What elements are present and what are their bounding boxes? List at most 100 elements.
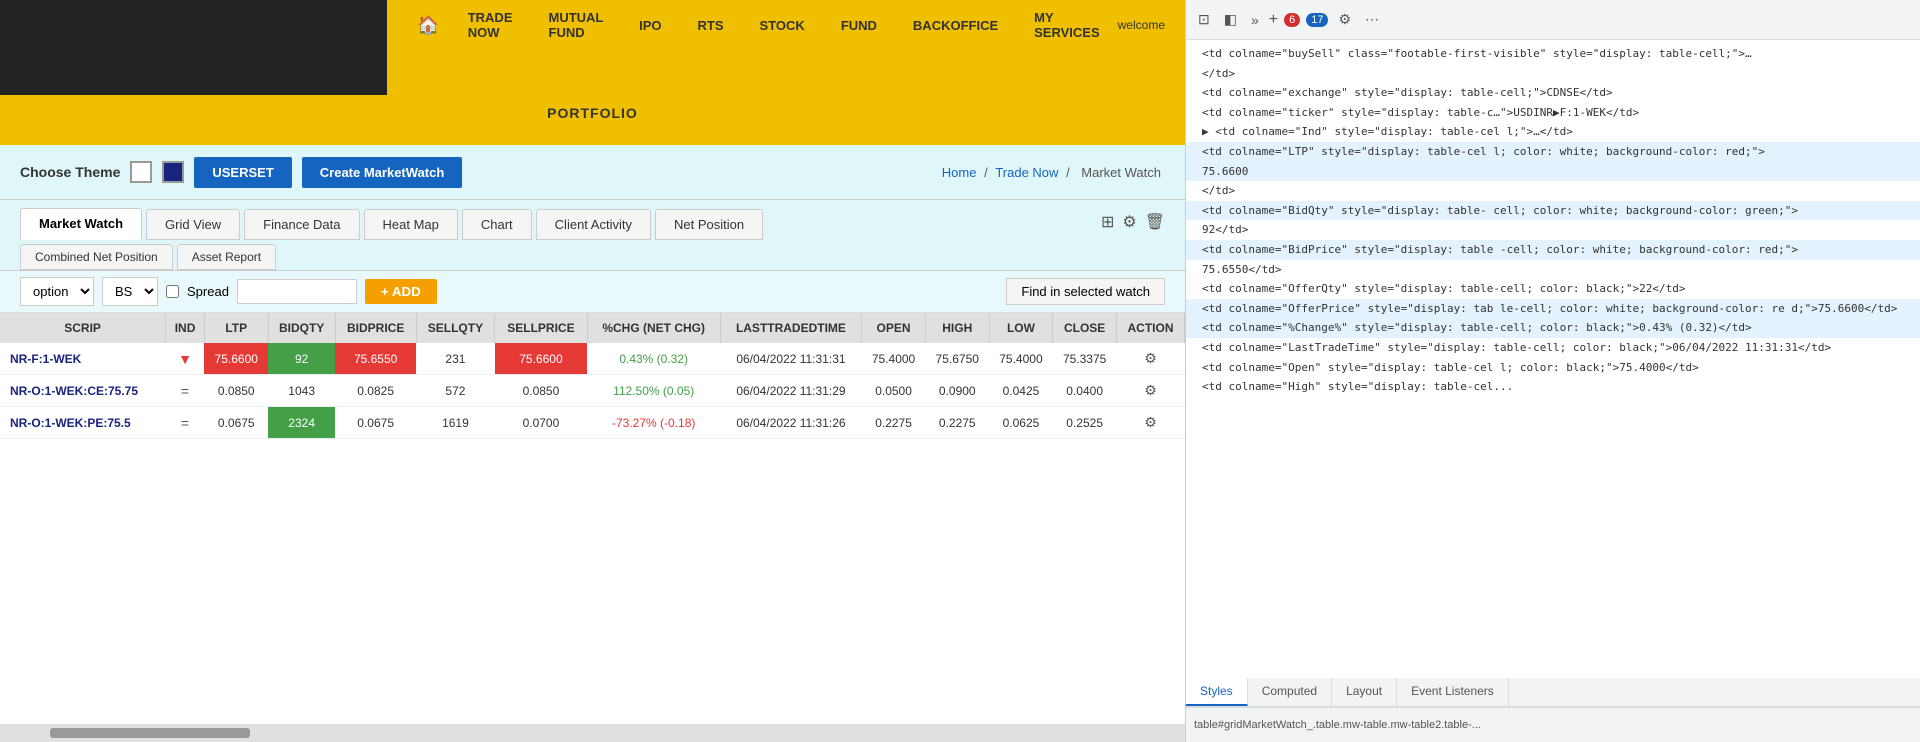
create-marketwatch-button[interactable]: Create MarketWatch xyxy=(302,157,463,188)
spread-checkbox[interactable] xyxy=(166,285,179,298)
cell-bidqty: 92 xyxy=(268,343,335,375)
tab-chart[interactable]: Chart xyxy=(462,209,532,240)
devtools-code-content: <td colname="buySell" class="footable-fi… xyxy=(1186,40,1920,678)
cell-ltp: 75.6600 xyxy=(204,343,268,375)
userset-button[interactable]: USERSET xyxy=(194,157,291,188)
cell-sellqty: 572 xyxy=(416,375,495,407)
devtools-tabs: Styles Computed Layout Event Listeners xyxy=(1186,678,1920,707)
horizontal-scrollbar[interactable] xyxy=(0,724,1185,742)
code-line: <td colname="LTP" style="display: table-… xyxy=(1186,142,1920,162)
nav-ipo[interactable]: IPO xyxy=(621,18,679,33)
code-line: <td colname="Open" style="display: table… xyxy=(1186,358,1920,378)
cell-open: 0.2275 xyxy=(862,407,926,439)
cell-sellprice: 0.0700 xyxy=(495,407,587,439)
nav-my-services[interactable]: MY SERVICES xyxy=(1016,10,1118,40)
cell-ind: = xyxy=(166,407,205,439)
devtools-tab-event-listeners[interactable]: Event Listeners xyxy=(1397,678,1509,706)
tab-client-activity[interactable]: Client Activity xyxy=(536,209,651,240)
cell-ltp: 0.0850 xyxy=(204,375,268,407)
cell-action[interactable]: ⚙ xyxy=(1117,343,1185,375)
cell-sellprice: 75.6600 xyxy=(495,343,587,375)
devtools-more-icon[interactable]: ⋯ xyxy=(1361,7,1383,32)
cell-sellqty: 1619 xyxy=(416,407,495,439)
spread-label: Spread xyxy=(187,284,229,299)
option-select[interactable]: option xyxy=(20,277,94,306)
nav-backoffice[interactable]: BACKOFFICE xyxy=(895,18,1016,33)
nav-trade-now[interactable]: TRADE NOW xyxy=(450,10,531,40)
code-line: <td colname="LastTradeTime" style="displ… xyxy=(1186,338,1920,358)
scroll-thumb[interactable] xyxy=(50,728,250,738)
tab-combined-net-position[interactable]: Combined Net Position xyxy=(20,244,173,270)
spread-input[interactable] xyxy=(237,279,357,304)
delete-icon[interactable]: 🗑 xyxy=(1145,212,1165,232)
cell-ind: = xyxy=(166,375,205,407)
nav-rts[interactable]: RTS xyxy=(680,18,742,33)
cell-last-trade: 06/04/2022 11:31:29 xyxy=(720,375,861,407)
code-line: 92</td> xyxy=(1186,220,1920,240)
breadcrumb-trade-now[interactable]: Trade Now xyxy=(995,165,1058,180)
col-header-ltp: LTP xyxy=(204,313,268,343)
code-line: </td> xyxy=(1186,181,1920,201)
code-line: <td colname="OfferQty" style="display: t… xyxy=(1186,279,1920,299)
col-header-high: HIGH xyxy=(925,313,989,343)
breadcrumb-home[interactable]: Home xyxy=(942,165,977,180)
nav-mutual-fund[interactable]: MUTUAL FUND xyxy=(531,10,622,40)
cell-high: 75.6750 xyxy=(925,343,989,375)
col-header-sellqty: SELLQTY xyxy=(416,313,495,343)
nav-stock[interactable]: STOCK xyxy=(742,18,823,33)
devtools-plus-icon[interactable]: + xyxy=(1269,11,1278,29)
col-header-close: CLOSE xyxy=(1053,313,1117,343)
find-in-watch-button[interactable]: Find in selected watch xyxy=(1006,278,1165,305)
tab-asset-report[interactable]: Asset Report xyxy=(177,244,276,270)
tab-heat-map[interactable]: Heat Map xyxy=(364,209,458,240)
cell-action[interactable]: ⚙ xyxy=(1117,407,1185,439)
tab-net-position[interactable]: Net Position xyxy=(655,209,763,240)
cell-pct-chg: 112.50% (0.05) xyxy=(587,375,720,407)
code-line: <td colname="BidPrice" style="display: t… xyxy=(1186,240,1920,260)
cell-scrip: NR-O:1-WEK:CE:75.75 xyxy=(0,375,166,407)
cell-low: 0.0625 xyxy=(989,407,1053,439)
code-line: <td colname="ticker" style="display: tab… xyxy=(1186,103,1920,123)
devtools-tab-computed[interactable]: Computed xyxy=(1248,678,1332,706)
market-watch-table: SCRIPINDLTPBIDQTYBIDPRICESELLQTYSELLPRIC… xyxy=(0,313,1185,439)
devtools-settings-icon[interactable]: ⚙ xyxy=(1334,7,1355,32)
cell-low: 0.0425 xyxy=(989,375,1053,407)
devtools-elements-icon[interactable]: ⊡ xyxy=(1194,7,1214,32)
col-header-sellprice: SELLPRICE xyxy=(495,313,587,343)
nav-fund[interactable]: FUND xyxy=(823,18,895,33)
devtools-warning-badge: 17 xyxy=(1306,13,1328,27)
cell-action[interactable]: ⚙ xyxy=(1117,375,1185,407)
cell-bidprice: 75.6550 xyxy=(335,343,416,375)
logo-area xyxy=(0,0,387,95)
settings-icon[interactable]: ⚙ xyxy=(1122,212,1136,232)
code-line: <td colname="OfferPrice" style="display:… xyxy=(1186,299,1920,319)
theme-swatch-white[interactable] xyxy=(130,161,152,183)
devtools-chevron-icon[interactable]: » xyxy=(1247,8,1263,32)
devtools-error-badge: 6 xyxy=(1284,13,1300,27)
cell-scrip: NR-F:1-WEK xyxy=(0,343,166,375)
code-line: <td colname="exchange" style="display: t… xyxy=(1186,83,1920,103)
add-button[interactable]: + ADD xyxy=(365,279,437,304)
col-header-open: OPEN xyxy=(862,313,926,343)
cell-bidqty: 2324 xyxy=(268,407,335,439)
devtools-tab-layout[interactable]: Layout xyxy=(1332,678,1397,706)
cell-scrip: NR-O:1-WEK:PE:75.5 xyxy=(0,407,166,439)
code-line: <td colname="BidQty" style="display: tab… xyxy=(1186,201,1920,221)
col-header-scrip: SCRIP xyxy=(0,313,166,343)
theme-swatch-dark[interactable] xyxy=(162,161,184,183)
grid-view-icon[interactable]: ⊞ xyxy=(1101,212,1114,232)
bs-select[interactable]: BS xyxy=(102,277,158,306)
tab-grid-view[interactable]: Grid View xyxy=(146,209,240,240)
tab-finance-data[interactable]: Finance Data xyxy=(244,209,359,240)
cell-sellqty: 231 xyxy=(416,343,495,375)
home-icon[interactable]: 🏠 xyxy=(407,15,449,36)
cell-high: 0.0900 xyxy=(925,375,989,407)
devtools-console-icon[interactable]: ◧ xyxy=(1220,7,1241,32)
cell-high: 0.2275 xyxy=(925,407,989,439)
code-line: ▶ <td colname="Ind" style="display: tabl… xyxy=(1186,122,1920,142)
cell-bidqty: 1043 xyxy=(268,375,335,407)
devtools-tab-styles[interactable]: Styles xyxy=(1186,678,1248,706)
code-line: 75.6550</td> xyxy=(1186,260,1920,280)
tab-market-watch[interactable]: Market Watch xyxy=(20,208,142,240)
table-row: NR-O:1-WEK:PE:75.5=0.067523240.067516190… xyxy=(0,407,1185,439)
